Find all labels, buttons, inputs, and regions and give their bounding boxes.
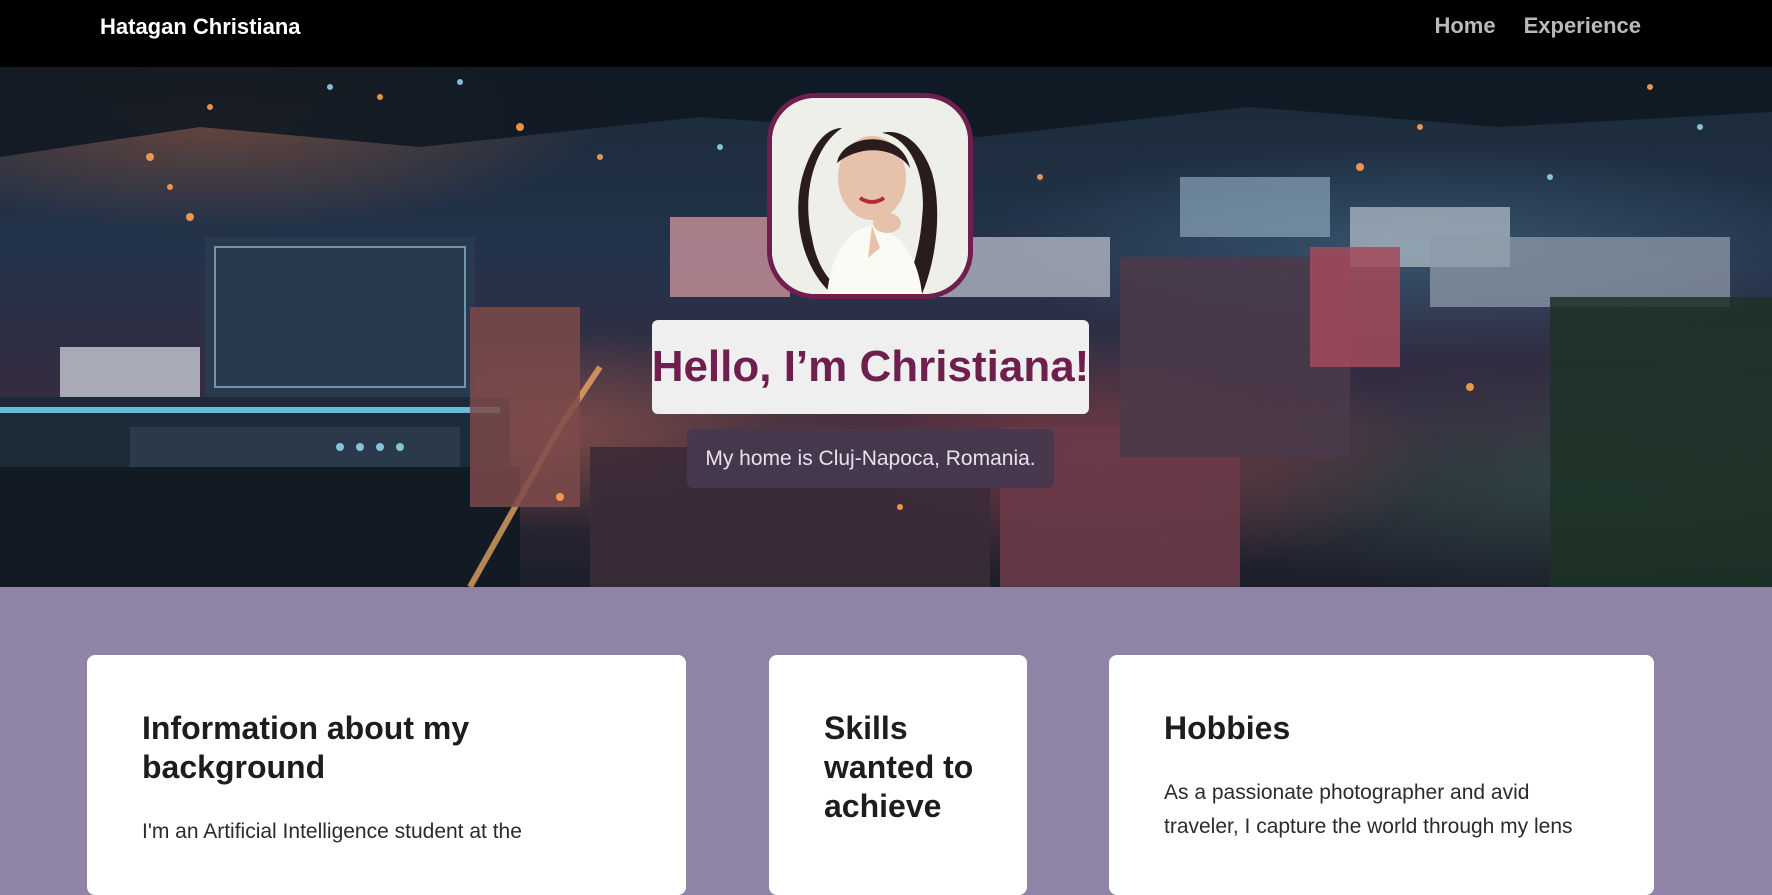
skills-card: Skills wanted to achieve [769,655,1027,895]
brand-link[interactable]: Hatagan Christiana [100,14,301,40]
hero-title: Hello, I’m Christiana! [651,342,1090,391]
profile-photo [767,93,973,299]
background-card-text: I'm an Artificial Intelligence student a… [142,820,522,843]
hobbies-card: Hobbies As a passionate photographer and… [1109,655,1654,895]
nav-links: Home Experience [1434,13,1641,39]
top-navbar: Hatagan Christiana Home Experience [0,0,1772,67]
hero-subtitle-box: My home is Cluj-Napoca, Romania. [687,429,1054,488]
profile-portrait-image [772,98,968,294]
background-card: Information about my background I'm an A… [87,655,686,895]
hobbies-card-text: As a passionate photographer and avid tr… [1164,781,1573,838]
hero-title-box: Hello, I’m Christiana! [652,320,1089,414]
skills-card-title: Skills wanted to achieve [824,710,974,824]
hero-subtitle: My home is Cluj-Napoca, Romania. [705,446,1036,470]
hero-section: Hello, I’m Christiana! My home is Cluj-N… [0,67,1772,587]
background-card-title: Information about my background [142,710,470,785]
nav-link-home[interactable]: Home [1434,13,1495,39]
hobbies-card-title: Hobbies [1164,710,1291,746]
nav-link-experience[interactable]: Experience [1524,13,1641,39]
